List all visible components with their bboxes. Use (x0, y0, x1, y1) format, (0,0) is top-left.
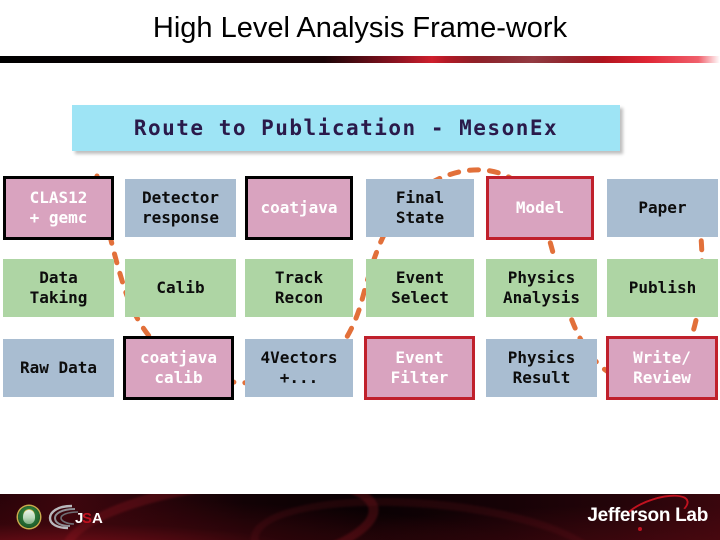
workflow-box[interactable]: Physics Analysis (486, 259, 597, 317)
workflow-box-label: Publish (628, 278, 697, 298)
header-accent-rule (0, 56, 720, 63)
workflow-box-label: Calib (156, 278, 205, 298)
section-banner-label: Route to Publication - MesonEx (133, 116, 559, 140)
workflow-box-label: Raw Data (19, 358, 98, 378)
workflow-box[interactable]: Event Select (366, 259, 474, 317)
workflow-box-label: Detector response (141, 188, 220, 227)
workflow-box[interactable]: Raw Data (3, 339, 114, 397)
workflow-box-label: Data Taking (29, 268, 88, 307)
workflow-box[interactable]: Calib (125, 259, 236, 317)
workflow-box[interactable]: Event Filter (364, 336, 475, 400)
workflow-box-label: 4Vectors +... (260, 348, 338, 387)
workflow-grid: CLAS12 + gemc Detector response coatjava Fi… (0, 176, 720, 418)
workflow-box[interactable]: CLAS12 + gemc (3, 176, 114, 240)
workflow-box[interactable]: Physics Result (486, 339, 597, 397)
page-title: High Level Analysis Frame-work (152, 12, 568, 44)
jsa-logo-icon: J S A (48, 504, 103, 530)
workflow-box[interactable]: Write/ Review (606, 336, 718, 400)
workflow-box-label: coatjava calib (139, 348, 218, 387)
workflow-box[interactable]: coatjava calib (123, 336, 234, 400)
workflow-box[interactable]: Final State (366, 179, 474, 237)
workflow-box[interactable]: Detector response (125, 179, 236, 237)
workflow-box-label: coatjava (260, 198, 338, 218)
workflow-box[interactable]: Publish (607, 259, 718, 317)
workflow-box[interactable]: 4Vectors +... (245, 339, 353, 397)
svg-text:A: A (92, 510, 103, 527)
section-banner: Route to Publication - MesonEx (72, 105, 620, 151)
workflow-box-label: Event Filter (390, 348, 449, 387)
workflow-box[interactable]: Data Taking (3, 259, 114, 317)
workflow-box-label: Physics Analysis (502, 268, 581, 307)
footer-bar: J S A Jefferson Lab (0, 494, 720, 540)
workflow-box[interactable]: Model (486, 176, 594, 240)
workflow-box-label: Paper (638, 198, 687, 218)
workflow-box-label: Track Recon (274, 268, 324, 307)
svg-text:S: S (82, 510, 92, 527)
workflow-box-label: Write/ Review (633, 348, 691, 387)
workflow-box-label: Final State (395, 188, 445, 227)
doe-seal-icon (18, 506, 40, 528)
workflow-box[interactable]: coatjava (245, 176, 353, 240)
workflow-box-label: Model (515, 198, 565, 218)
workflow-box-label: Physics Result (507, 348, 576, 387)
jlab-dot-icon (638, 527, 642, 531)
jefferson-lab-wordmark: Jefferson Lab (587, 505, 708, 526)
workflow-box-label: Event Select (391, 268, 449, 307)
workflow-box-label: CLAS12 + gemc (29, 188, 88, 227)
workflow-box[interactable]: Track Recon (245, 259, 353, 317)
doe-seal-inner (23, 510, 35, 524)
slide-canvas: High Level Analysis Frame-work Route to … (0, 0, 720, 540)
workflow-box[interactable]: Paper (607, 179, 718, 237)
